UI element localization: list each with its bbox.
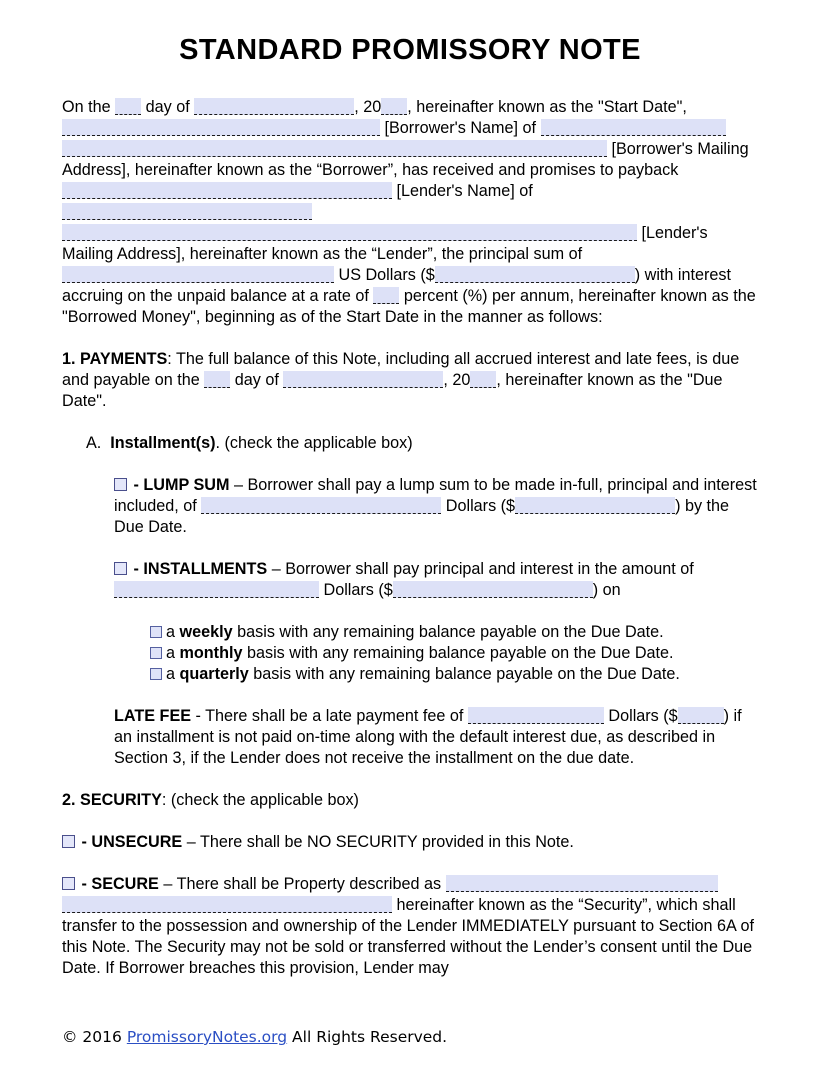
section-2-suffix: : (check the applicable box) [161,791,359,809]
security-property-field-2[interactable] [62,896,392,913]
lump-sum-words-field[interactable] [201,497,442,514]
secure-text-1: – There shall be Property described as [163,875,442,893]
monthly-term: monthly [179,644,243,662]
weekly-suffix: basis with any remaining balance payable… [237,623,664,641]
borrower-address-field-1[interactable] [540,119,726,136]
late-fee-text-2: Dollars ($ [608,707,678,725]
late-fee-paragraph: LATE FEE - There shall be a late payment… [62,706,762,769]
unsecure-checkbox[interactable] [62,835,75,848]
weekly-prefix: a [166,623,176,641]
installments-dash: - [133,560,139,578]
section-1-text-3: , 20 [443,371,471,389]
frequency-option-weekly: a weekly basis with any remaining balanc… [62,622,762,643]
quarterly-suffix: basis with any remaining balance payable… [253,665,680,683]
unsecure-dash: - [81,833,87,851]
late-fee-amount-field[interactable] [677,707,724,724]
secure-option: - SECURE – There shall be Property descr… [62,874,762,979]
installments-heading: INSTALLMENTS [143,560,268,578]
principal-words-field[interactable] [62,266,334,283]
lump-sum-option: - LUMP SUM – Borrower shall pay a lump s… [62,475,762,538]
item-a-suffix: . (check the applicable box) [215,434,413,452]
start-year-field[interactable] [381,98,408,115]
intro-text-2: day of [145,98,190,116]
item-a-label: A. [86,434,102,452]
installments-checkbox[interactable] [114,562,127,575]
section-1-number: 1. [62,350,76,368]
intro-text-1: On the [62,98,111,116]
section-2-security: 2. SECURITY: (check the applicable box) [62,790,762,811]
borrower-name-field[interactable] [62,119,380,136]
unsecure-text: – There shall be NO SECURITY provided in… [186,833,574,851]
monthly-checkbox[interactable] [150,647,162,659]
late-fee-words-field[interactable] [467,707,604,724]
start-day-field[interactable] [115,98,142,115]
frequency-option-monthly: a monthly basis with any remaining balan… [62,643,762,664]
lump-sum-dash: - [133,476,139,494]
footer: © 2016 PromissoryNotes.org All Rights Re… [62,1028,447,1046]
section-1-text-2: day of [234,371,279,389]
page-title: STANDARD PROMISSORY NOTE [179,34,641,66]
footer-rights: All Rights Reserved. [292,1028,448,1046]
quarterly-checkbox[interactable] [150,668,162,680]
start-month-field[interactable] [194,98,355,115]
intro-paragraph: On the day of , 20 , hereinafter known as… [62,97,762,328]
item-a-heading: Installment(s) [110,434,216,452]
intro-text-4: , hereinafter known as the "Start Date", [407,98,687,116]
lender-address-field-1[interactable] [62,203,312,220]
installments-option: - INSTALLMENTS – Borrower shall pay prin… [62,559,762,601]
secure-dash: - [81,875,87,893]
due-day-field[interactable] [204,371,231,388]
interest-rate-field[interactable] [373,287,400,304]
lump-sum-text-2: Dollars ($ [445,497,516,515]
borrower-address-field-2[interactable] [62,140,607,157]
due-month-field[interactable] [283,371,444,388]
unsecure-option: - UNSECURE – There shall be NO SECURITY … [62,832,762,853]
installments-text-3: ) on [592,581,621,599]
section-1-heading: PAYMENTS [80,350,168,368]
weekly-term: weekly [179,623,233,641]
document-body: On the day of , 20 , hereinafter known as… [0,97,820,979]
intro-text-7: [Lender's Name] of [396,182,533,200]
quarterly-prefix: a [166,665,176,683]
footer-website-link[interactable]: PromissoryNotes.org [127,1028,287,1046]
monthly-prefix: a [166,644,176,662]
lump-sum-amount-field[interactable] [515,497,676,514]
lump-sum-checkbox[interactable] [114,478,127,491]
section-2-number: 2. [62,791,76,809]
section-2-heading: SECURITY [80,791,162,809]
unsecure-heading: UNSECURE [91,833,183,851]
security-property-field-1[interactable] [445,875,718,892]
monthly-suffix: basis with any remaining balance payable… [246,644,674,662]
intro-text-5: [Borrower's Name] of [384,119,537,137]
intro-text-3: , 20 [354,98,382,116]
document-page: STANDARD PROMISSORY NOTE On the day of ,… [0,0,820,1068]
installments-text-1: – Borrower shall pay principal and inter… [271,560,694,578]
late-fee-heading: LATE FEE [114,707,192,725]
installment-words-field[interactable] [114,581,319,598]
frequency-option-quarterly: a quarterly basis with any remaining bal… [62,664,762,685]
item-a-installments: A. Installment(s). (check the applicable… [62,433,762,454]
lender-name-field[interactable] [62,182,392,199]
lump-sum-heading: LUMP SUM [143,476,230,494]
late-fee-text-1: - There shall be a late payment fee of [195,707,464,725]
lender-address-field-2[interactable] [62,224,637,241]
secure-heading: SECURE [91,875,159,893]
installment-amount-field[interactable] [392,581,593,598]
intro-text-9: US Dollars ($ [338,266,435,284]
weekly-checkbox[interactable] [150,626,162,638]
secure-checkbox[interactable] [62,877,75,890]
quarterly-term: quarterly [179,665,249,683]
footer-copyright: © 2016 [62,1028,122,1046]
due-year-field[interactable] [470,371,497,388]
principal-amount-field[interactable] [434,266,635,283]
installments-text-2: Dollars ($ [323,581,393,599]
section-1-payments: 1. PAYMENTS: The full balance of this No… [62,349,762,412]
